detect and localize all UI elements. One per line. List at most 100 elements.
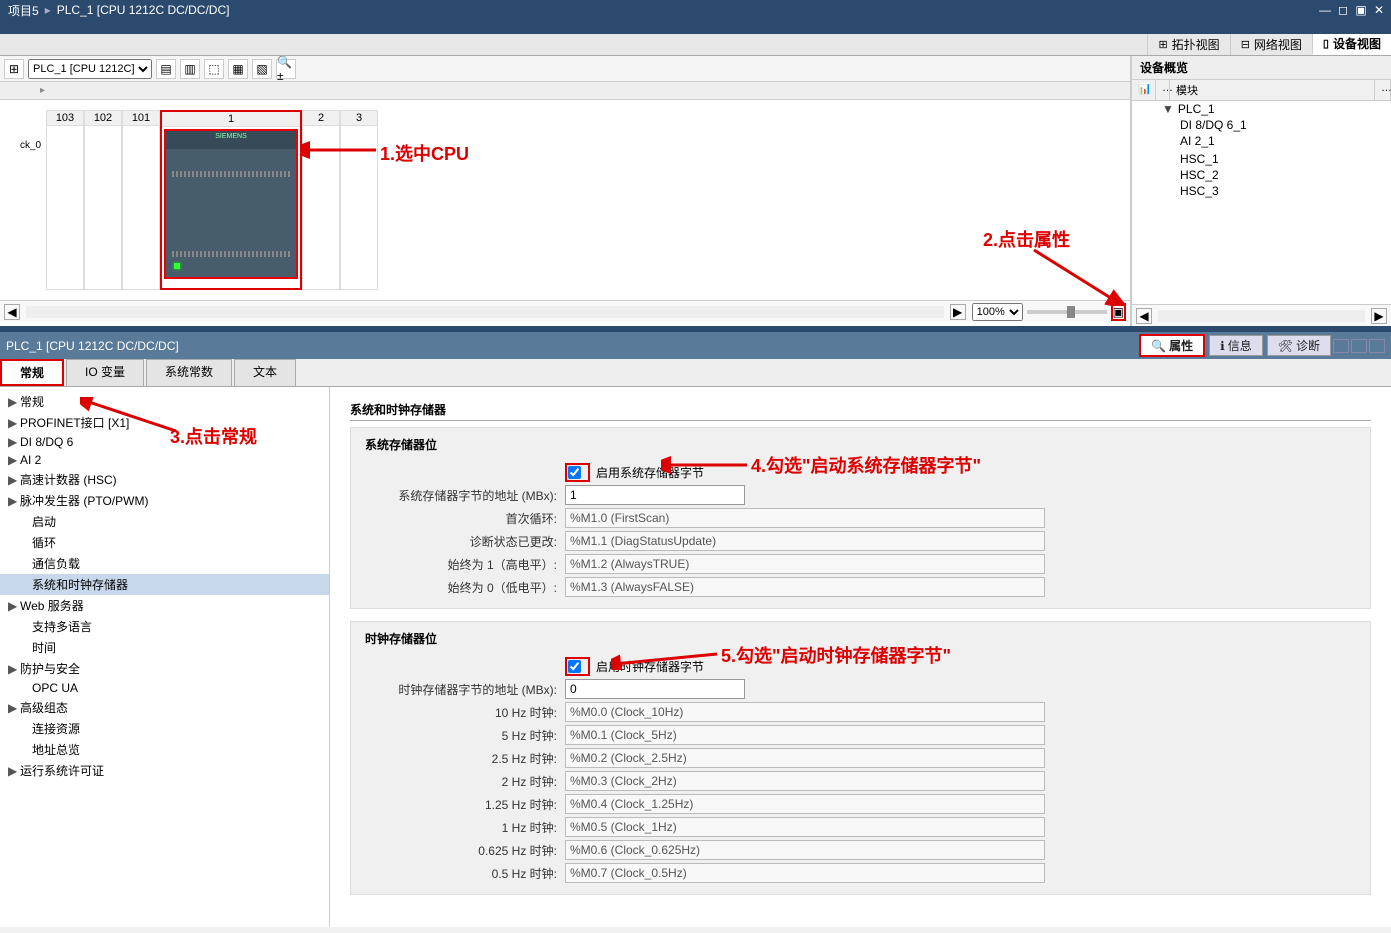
nav-item[interactable]: 连接资源 xyxy=(0,718,329,739)
collapse-icon[interactable]: ▣ xyxy=(1111,303,1126,321)
props-btn-3[interactable] xyxy=(1369,339,1385,353)
maximize-button[interactable]: ▣ xyxy=(1353,3,1369,17)
chevron-icon: ▶ xyxy=(8,435,20,449)
ov-scroll-left[interactable]: ◀ xyxy=(1136,308,1152,324)
slot-1-cpu[interactable]: 1 SIEMENS xyxy=(160,110,302,290)
network-icon: ⊟ xyxy=(1241,38,1250,51)
tab-io-var[interactable]: IO 变量 xyxy=(66,359,144,386)
restore-button[interactable]: ◻ xyxy=(1335,3,1351,17)
zoom-slider[interactable] xyxy=(1027,310,1107,314)
slot-102[interactable]: 102 xyxy=(84,110,122,290)
ov-scroll-right[interactable]: ▶ xyxy=(1371,308,1387,324)
tab-network[interactable]: ⊟网络视图 xyxy=(1230,34,1312,55)
tool-btn-5[interactable]: ▧ xyxy=(252,59,272,79)
content-pane: 系统和时钟存储器 系统存储器位 启用系统存储器字节 系统存储器字节的地址 (MB… xyxy=(330,387,1391,927)
tab-text[interactable]: 文本 xyxy=(234,359,296,386)
slot-103[interactable]: 103 xyxy=(46,110,84,290)
nav-item[interactable]: ▶运行系统许可证 xyxy=(0,760,329,781)
chevron-icon: ▶ xyxy=(8,599,20,613)
always-true-value: %M1.2 (AlwaysTRUE) xyxy=(565,554,1045,574)
tree-row[interactable]: DI 8/DQ 6_1 xyxy=(1132,117,1391,133)
zoom-fit-icon[interactable]: 🔍± xyxy=(276,59,296,79)
always-true-label: 始终为 1（高电平）: xyxy=(365,556,565,573)
nav-icon[interactable]: ⊞ xyxy=(4,59,24,79)
cpu-module[interactable]: SIEMENS xyxy=(164,129,298,279)
tool-btn-4[interactable]: ▦ xyxy=(228,59,248,79)
props-tab-properties[interactable]: 🔍属性 xyxy=(1139,334,1205,357)
enable-sys-memory-checkbox[interactable] xyxy=(568,466,581,479)
minimize-button[interactable]: — xyxy=(1317,3,1333,17)
zoom-select[interactable]: 100% xyxy=(972,303,1023,321)
props-btn-1[interactable] xyxy=(1333,339,1349,353)
nav-item[interactable]: ▶脉冲发生器 (PTO/PWM) xyxy=(0,490,329,511)
slot-3[interactable]: 3 xyxy=(340,110,378,290)
nav-item[interactable]: ▶Web 服务器 xyxy=(0,595,329,616)
breadcrumb-project: 项目5 xyxy=(4,2,43,19)
nav-item[interactable]: OPC UA xyxy=(0,679,329,697)
nav-tree[interactable]: ▶常规▶PROFINET接口 [X1]▶DI 8/DQ 6▶AI 2▶高速计数器… xyxy=(0,387,330,927)
nav-item[interactable]: ▶常规 xyxy=(0,391,329,412)
nav-item[interactable]: 地址总览 xyxy=(0,739,329,760)
clock-row-label: 5 Hz 时钟: xyxy=(365,727,565,744)
prop-tabs: 常规 IO 变量 系统常数 文本 xyxy=(0,359,1391,387)
device-selector[interactable]: PLC_1 [CPU 1212C] xyxy=(28,59,152,79)
clock-row-value: %M0.1 (Clock_5Hz) xyxy=(565,725,1045,745)
enable-sys-memory-label: 启用系统存储器字节 xyxy=(596,464,704,481)
nav-item-label: AI 2 xyxy=(20,453,321,467)
nav-item[interactable]: ▶高级组态 xyxy=(0,697,329,718)
props-tab-info[interactable]: ℹ信息 xyxy=(1209,335,1263,356)
nav-item[interactable]: 通信负载 xyxy=(0,553,329,574)
nav-item[interactable]: 时间 xyxy=(0,637,329,658)
close-button[interactable]: ✕ xyxy=(1371,3,1387,17)
clk-addr-input[interactable] xyxy=(565,679,745,699)
tree-row[interactable]: HSC_2 xyxy=(1132,167,1391,183)
sys-addr-input[interactable] xyxy=(565,485,745,505)
ov-scrollbar[interactable] xyxy=(1158,310,1365,322)
nav-item[interactable]: ▶防护与安全 xyxy=(0,658,329,679)
chevron-icon: ▶ xyxy=(8,701,20,715)
clock-row-value: %M0.4 (Clock_1.25Hz) xyxy=(565,794,1045,814)
nav-item[interactable]: ▶高速计数器 (HSC) xyxy=(0,469,329,490)
tree-row[interactable]: HSC_3 xyxy=(1132,183,1391,199)
clock-row-label: 0.625 Hz 时钟: xyxy=(365,842,565,859)
scroll-right[interactable]: ▶ xyxy=(950,304,966,320)
nav-item[interactable]: 启动 xyxy=(0,511,329,532)
tree-row-label: HSC_1 xyxy=(1180,152,1219,166)
first-scan-label: 首次循环: xyxy=(365,510,565,527)
h-scrollbar[interactable] xyxy=(26,306,944,318)
expand-handle[interactable]: ▸ xyxy=(40,85,45,96)
clock-row-value: %M0.0 (Clock_10Hz) xyxy=(565,702,1045,722)
chevron-icon: ▶ xyxy=(8,395,20,409)
props-tab-diag[interactable]: 🛠诊断 xyxy=(1267,335,1331,356)
nav-item[interactable]: 循环 xyxy=(0,532,329,553)
info-icon: ℹ xyxy=(1220,339,1225,353)
enable-clock-memory-label: 启用时钟存储器字节 xyxy=(596,658,704,675)
enable-clock-memory-checkbox[interactable] xyxy=(568,660,581,673)
nav-item[interactable]: ▶PROFINET接口 [X1] xyxy=(0,412,329,433)
props-btn-2[interactable] xyxy=(1351,339,1367,353)
tree-row[interactable]: ▼PLC_1 xyxy=(1132,101,1391,117)
nav-item[interactable]: ▶DI 8/DQ 6 xyxy=(0,433,329,451)
tab-sys-const[interactable]: 系统常数 xyxy=(146,359,232,386)
scroll-left[interactable]: ◀ xyxy=(4,304,20,320)
tool-btn-2[interactable]: ▥ xyxy=(180,59,200,79)
tab-topology[interactable]: ⊞拓扑视图 xyxy=(1147,34,1229,55)
tree-row[interactable]: AI 2_1 xyxy=(1132,133,1391,149)
first-scan-value: %M1.0 (FirstScan) xyxy=(565,508,1045,528)
tool-btn-1[interactable]: ▤ xyxy=(156,59,176,79)
slot-101[interactable]: 101 xyxy=(122,110,160,290)
topology-icon: ⊞ xyxy=(1158,38,1167,51)
rack-view[interactable]: ck_0 103 102 101 1 SIEMENS 2 xyxy=(0,100,1130,300)
nav-item[interactable]: 支持多语言 xyxy=(0,616,329,637)
tab-device[interactable]: ▯设备视图 xyxy=(1312,34,1391,55)
col-module[interactable]: 模块 xyxy=(1170,80,1375,100)
tree-row[interactable]: HSC_1 xyxy=(1132,151,1391,167)
nav-item-label: 防护与安全 xyxy=(20,660,321,677)
nav-item[interactable]: 系统和时钟存储器 xyxy=(0,574,329,595)
overview-tree[interactable]: ▼PLC_1DI 8/DQ 6_1AI 2_1 HSC_1HSC_2HSC_3 xyxy=(1132,101,1391,304)
tool-btn-3[interactable]: ⬚ xyxy=(204,59,224,79)
cpu-io-bottom xyxy=(172,251,290,257)
nav-item[interactable]: ▶AI 2 xyxy=(0,451,329,469)
tab-general[interactable]: 常规 xyxy=(0,359,64,386)
slot-2[interactable]: 2 xyxy=(302,110,340,290)
